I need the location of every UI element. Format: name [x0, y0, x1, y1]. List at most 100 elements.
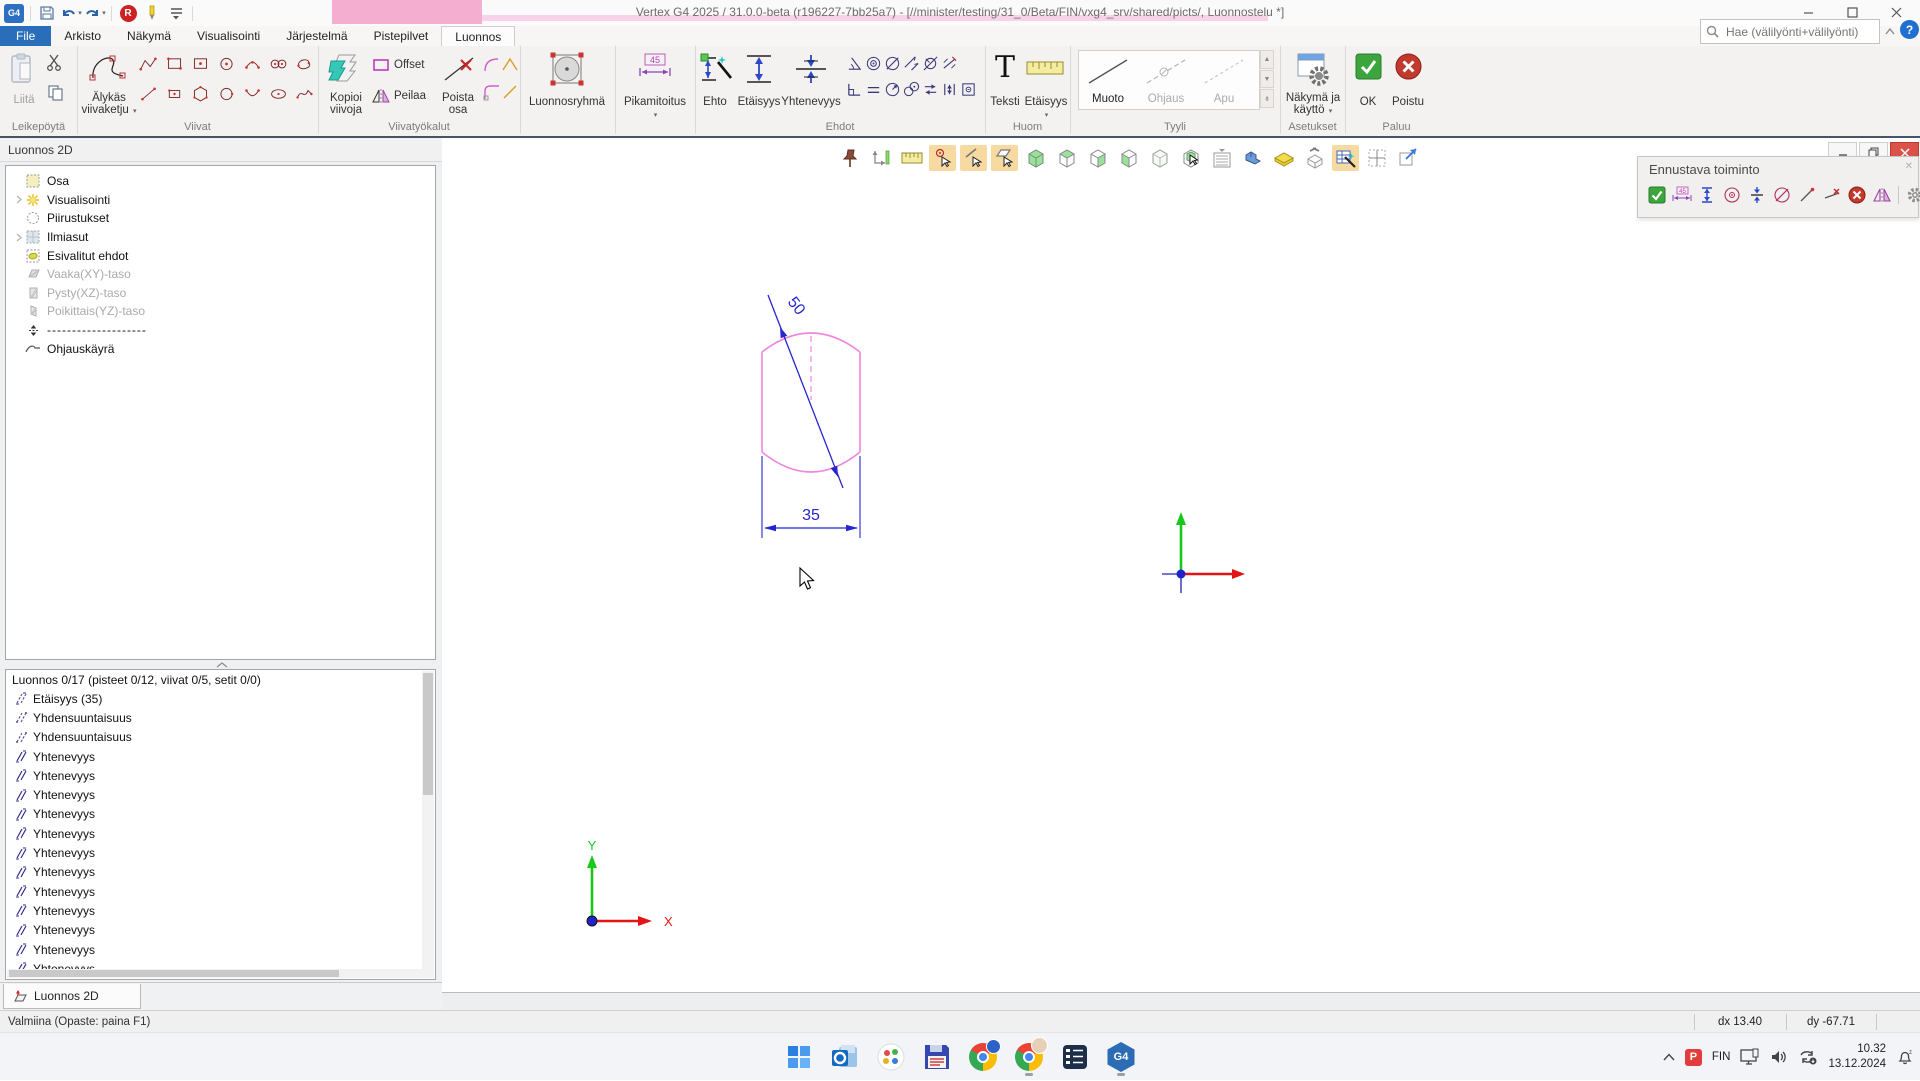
fix-constraint-button[interactable]	[921, 54, 940, 73]
rectangle-center-tool-button[interactable]	[191, 54, 210, 73]
predictive-trim-button[interactable]	[1821, 184, 1843, 206]
grid-toggle-button[interactable]	[1363, 145, 1390, 171]
language-indicator[interactable]: FIN	[1712, 1051, 1731, 1063]
help-button[interactable]: ?	[1900, 20, 1919, 39]
move-origin-button[interactable]	[867, 145, 894, 171]
list-vertical-scrollbar[interactable]	[422, 671, 434, 978]
record-button[interactable]: R	[118, 3, 138, 23]
sketch-geometry[interactable]: 35 50	[740, 270, 940, 570]
list-item[interactable]: Yhtenevyys	[6, 843, 435, 862]
dimension-annotation-button[interactable]	[1025, 56, 1065, 80]
chamfer-corner-button[interactable]	[500, 54, 519, 73]
select-face-button[interactable]	[1177, 145, 1204, 171]
redo-dropdown-icon[interactable]: ▾	[102, 9, 106, 17]
list-item[interactable]: Yhtenevyys	[6, 785, 435, 804]
list-item[interactable]: Yhtenevyys	[6, 824, 435, 843]
scrollbar-thumb[interactable]	[423, 673, 433, 795]
menu-list-button[interactable]	[166, 3, 186, 23]
circle-center-tool-button[interactable]	[217, 54, 236, 73]
fillet-corner-button[interactable]	[482, 54, 501, 73]
tree-item-piirustukset[interactable]: Piirustukset	[6, 209, 435, 228]
offset-button[interactable]: Offset	[372, 58, 424, 72]
notification-bell-icon[interactable]: z	[1896, 1048, 1914, 1066]
predictive-close-icon[interactable]: ✕	[1905, 161, 1913, 172]
flat-slab-button[interactable]	[1270, 145, 1297, 171]
tree-item-esivalitut-ehdot[interactable]: Esivalitut ehdot	[6, 246, 435, 265]
tangent-constraint-button[interactable]	[902, 54, 921, 73]
lock-constraint-button[interactable]	[959, 80, 978, 99]
tab-luonnos-active[interactable]: Luonnos	[441, 26, 515, 46]
chrome-profile1-button[interactable]	[963, 1037, 1003, 1077]
midpoint-constraint-button[interactable]	[940, 54, 959, 73]
clock[interactable]: 10.32 13.12.2024	[1828, 1042, 1886, 1072]
pin-toolbar-button[interactable]	[836, 145, 863, 171]
predictive-symmetry-button[interactable]	[1746, 184, 1768, 206]
tab-nakyma[interactable]: Näkymä	[114, 26, 184, 46]
view-top-face-button[interactable]	[1053, 145, 1080, 171]
tree-item-separator[interactable]: --------------------	[6, 321, 435, 340]
predictive-delete-button[interactable]	[1846, 184, 1868, 206]
smart-polyline-button[interactable]	[89, 50, 129, 86]
copy-lines-button[interactable]	[326, 50, 366, 88]
spline-tool-button[interactable]	[295, 84, 314, 103]
outlook-button[interactable]	[825, 1037, 865, 1077]
closed-spline-tool-button[interactable]	[295, 54, 314, 73]
remove-part-button[interactable]	[440, 52, 478, 86]
collapse-ribbon-button[interactable]	[1882, 23, 1898, 39]
circle-tool-button[interactable]	[217, 84, 236, 103]
dimension-annotation-dropdown[interactable]: ▾	[1044, 108, 1049, 120]
predictive-diameter-button[interactable]	[1771, 184, 1793, 206]
view-left-face-button[interactable]	[1115, 145, 1142, 171]
vertical-constraint-button[interactable]	[940, 80, 959, 99]
predictive-concentric-button[interactable]	[1721, 184, 1743, 206]
snap-line-button[interactable]	[960, 145, 987, 171]
style-gallery-scroll[interactable]: ▲ ▼ ⇟	[1260, 50, 1274, 108]
part-model-button[interactable]	[1239, 145, 1266, 171]
tree-item-visualisointi[interactable]: Visualisointi	[6, 191, 435, 210]
list-item[interactable]: Yhdensuuntaisuus	[6, 708, 435, 727]
tab-luonnos-2d[interactable]: Luonnos 2D	[3, 984, 141, 1009]
floppy-app-button[interactable]	[917, 1037, 957, 1077]
mirror-button[interactable]: Peilaa	[372, 88, 426, 104]
style-muoto-button[interactable]: Muoto	[1081, 55, 1135, 105]
cut-button[interactable]	[44, 52, 66, 72]
notes-app-button[interactable]	[1055, 1037, 1095, 1077]
line-tool-button[interactable]	[139, 84, 158, 103]
polyline-tool-button[interactable]	[139, 54, 158, 73]
predictive-dimension-button[interactable]: 45	[1671, 184, 1693, 206]
delete-body-button[interactable]	[1301, 145, 1328, 171]
list-item[interactable]: Etäisyys (35)	[6, 689, 435, 708]
fillet-line-button[interactable]	[482, 82, 501, 101]
search-input[interactable]	[1724, 24, 1883, 40]
style-apu-button[interactable]: Apu	[1197, 55, 1251, 105]
copy-button[interactable]	[44, 82, 66, 102]
sketch-group-button[interactable]	[548, 50, 586, 88]
measure-button[interactable]	[898, 145, 925, 171]
arc-tool-button[interactable]	[243, 84, 262, 103]
view-wireframe-button[interactable]	[1146, 145, 1173, 171]
distance-constraint-button[interactable]	[741, 52, 777, 86]
list-item[interactable]: Yhtenevyys	[6, 882, 435, 901]
constraint-button[interactable]	[697, 52, 735, 86]
list-item[interactable]: Yhdensuuntaisuus	[6, 728, 435, 747]
display-icon[interactable]	[1740, 1048, 1760, 1066]
tab-visualisointi[interactable]: Visualisointi	[184, 26, 273, 46]
network-sync-icon[interactable]	[1798, 1049, 1818, 1065]
list-item[interactable]: Yhtenevyys	[6, 805, 435, 824]
undo-button[interactable]: ▾	[61, 3, 81, 23]
parallel-constraint-button[interactable]	[864, 80, 883, 99]
drawing-canvas[interactable]: Ennustava toiminto ✕ 45 35 50	[442, 138, 1920, 992]
list-item[interactable]: Yhtenevyys	[6, 901, 435, 920]
expander-icon[interactable]	[12, 233, 25, 242]
perpendicular-constraint-button[interactable]	[845, 80, 864, 99]
rectangle-corner-tool-button[interactable]	[165, 84, 184, 103]
style-scroll-up-icon[interactable]: ▲	[1260, 50, 1274, 69]
list-item[interactable]: Yhtenevyys	[6, 747, 435, 766]
search-box[interactable]	[1700, 19, 1880, 44]
tab-pistepilvet[interactable]: Pistepilvet	[361, 26, 442, 46]
concentric-constraint-button[interactable]	[864, 54, 883, 73]
redo-button[interactable]: ▾	[85, 3, 105, 23]
style-ohjaus-button[interactable]: Ohjaus	[1139, 55, 1193, 105]
ok-button[interactable]	[1354, 52, 1382, 80]
radius-constraint-button[interactable]	[883, 80, 902, 99]
